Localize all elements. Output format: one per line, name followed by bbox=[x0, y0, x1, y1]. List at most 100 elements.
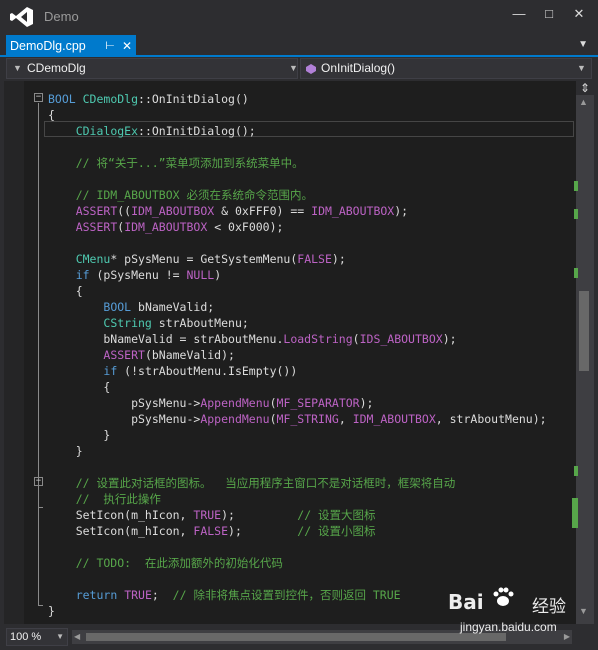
code-token: IDM_ABOUTBOX bbox=[124, 220, 208, 234]
pin-icon[interactable]: ⊢ bbox=[104, 35, 116, 57]
code-token: IDM_ABOUTBOX bbox=[352, 412, 436, 426]
code-line[interactable]: return TRUE; // 除非将焦点设置到控件，否则返回 TRUE bbox=[48, 587, 401, 603]
window-title: Demo bbox=[44, 9, 79, 24]
code-line[interactable]: // TODO: 在此添加额外的初始化代码 bbox=[48, 555, 283, 571]
close-tab-icon[interactable]: ✕ bbox=[120, 35, 134, 57]
code-line[interactable]: ASSERT((IDM_ABOUTBOX & 0xFFF0) == IDM_AB… bbox=[48, 203, 408, 219]
title-bar: Demo — □ ✕ bbox=[0, 0, 598, 33]
code-line[interactable]: // IDM_ABOUTBOX 必须在系统命令范围内。 bbox=[48, 187, 313, 203]
code-token: , bbox=[338, 412, 353, 426]
code-token: pSysMenu-> bbox=[48, 396, 201, 410]
change-marker bbox=[574, 209, 578, 219]
member-dropdown-value: OnInitDialog() bbox=[321, 61, 396, 75]
code-token: CString bbox=[103, 316, 152, 330]
code-line[interactable]: // 将“关于...”菜单项添加到系统菜单中。 bbox=[48, 155, 304, 171]
code-token: SetIcon(m_hIcon, bbox=[48, 524, 194, 538]
change-marker bbox=[574, 466, 578, 476]
code-line[interactable]: { bbox=[48, 283, 83, 299]
code-line[interactable]: bNameValid = strAboutMenu.LoadString(IDS… bbox=[48, 331, 456, 347]
code-line[interactable]: // 执行此操作 bbox=[48, 491, 161, 507]
code-token: ( bbox=[269, 412, 277, 426]
code-token: MF_STRING bbox=[276, 412, 339, 426]
code-line[interactable]: } bbox=[48, 427, 110, 443]
code-token: NULL bbox=[186, 268, 215, 282]
code-line[interactable]: CMenu* pSysMenu = GetSystemMenu(FALSE); bbox=[48, 251, 346, 267]
member-dropdown[interactable]: OnInitDialog() ▼ bbox=[300, 58, 592, 79]
code-line[interactable]: } bbox=[48, 603, 55, 619]
code-token: (!strAboutMenu.IsEmpty()) bbox=[117, 364, 298, 378]
document-tab-strip: DemoDlg.cpp ⊢ ✕ ▼ bbox=[0, 33, 598, 57]
code-line[interactable]: if (pSysMenu != NULL) bbox=[48, 267, 221, 283]
code-line[interactable]: SetIcon(m_hIcon, FALSE); // 设置小图标 bbox=[48, 523, 376, 539]
close-window-button[interactable]: ✕ bbox=[566, 4, 592, 24]
vertical-scrollbar[interactable]: ▲ ▼ bbox=[576, 81, 594, 624]
chevron-down-icon: ▼ bbox=[577, 63, 586, 73]
tab-label: DemoDlg.cpp bbox=[10, 39, 86, 53]
watermark-url: jingyan.baidu.com bbox=[460, 620, 557, 634]
code-token: MF_SEPARATOR bbox=[276, 396, 360, 410]
code-token: ); bbox=[331, 252, 346, 266]
code-line[interactable]: SetIcon(m_hIcon, TRUE); // 设置大图标 bbox=[48, 507, 376, 523]
code-token: SetIcon(m_hIcon, bbox=[48, 508, 194, 522]
tab-overflow-dropdown-icon[interactable]: ▼ bbox=[578, 39, 588, 50]
code-token: & 0xFFF0) == bbox=[214, 204, 312, 218]
collapse-function-icon[interactable]: − bbox=[34, 93, 43, 102]
code-token: // 设置大图标 bbox=[297, 508, 376, 522]
code-token: } bbox=[48, 444, 83, 458]
code-line[interactable]: BOOL CDemoDlg::OnInitDialog() bbox=[48, 91, 249, 107]
code-token: BOOL bbox=[103, 300, 132, 314]
code-token: // TODO: 在此添加额外的初始化代码 bbox=[48, 556, 283, 570]
code-token: ASSERT bbox=[75, 204, 118, 218]
maximize-button[interactable]: □ bbox=[536, 4, 562, 24]
code-token: IDM_ABOUTBOX bbox=[311, 204, 395, 218]
code-line[interactable]: ASSERT(bNameValid); bbox=[48, 347, 235, 363]
code-token: IDS_ABOUTBOX bbox=[359, 332, 443, 346]
code-token: { bbox=[48, 380, 111, 394]
code-token: * pSysMenu = GetSystemMenu( bbox=[110, 252, 298, 266]
code-token: IDM_ABOUTBOX bbox=[131, 204, 215, 218]
tab-demodlg-cpp[interactable]: DemoDlg.cpp ⊢ ✕ bbox=[6, 35, 136, 57]
code-line[interactable]: pSysMenu->AppendMenu(MF_SEPARATOR); bbox=[48, 395, 373, 411]
code-token: strAboutMenu; bbox=[151, 316, 249, 330]
code-token: // 设置小图标 bbox=[297, 524, 376, 538]
zoom-dropdown[interactable]: 100 % ▼ bbox=[6, 628, 68, 646]
collapse-comment-icon[interactable]: − bbox=[34, 477, 43, 486]
code-line[interactable]: { bbox=[48, 107, 55, 123]
vertical-scroll-thumb[interactable] bbox=[579, 291, 589, 371]
change-marker bbox=[574, 181, 578, 191]
code-token: // 除非将焦点设置到控件，否则返回 TRUE bbox=[172, 588, 401, 602]
split-handle-icon[interactable]: ⇕ bbox=[576, 81, 594, 95]
code-line[interactable]: if (!strAboutMenu.IsEmpty()) bbox=[48, 363, 297, 379]
code-token: ASSERT bbox=[75, 220, 118, 234]
code-line[interactable]: // 设置此对话框的图标。 当应用程序主窗口不是对话框时，框架将自动 bbox=[48, 475, 456, 491]
code-line[interactable]: { bbox=[48, 379, 110, 395]
horizontal-scroll-thumb[interactable] bbox=[86, 633, 506, 641]
code-token: if bbox=[75, 268, 90, 282]
code-line[interactable]: BOOL bNameValid; bbox=[48, 299, 214, 315]
code-line[interactable]: ASSERT(IDM_ABOUTBOX < 0xF000); bbox=[48, 219, 284, 235]
code-token: TRUE bbox=[124, 588, 152, 602]
code-line[interactable]: CString strAboutMenu; bbox=[48, 315, 249, 331]
code-token: CDemoDlg bbox=[82, 92, 139, 106]
code-line[interactable]: pSysMenu->AppendMenu(MF_STRING, IDM_ABOU… bbox=[48, 411, 546, 427]
code-line[interactable]: } bbox=[48, 443, 83, 459]
code-token: // IDM_ABOUTBOX 必须在系统命令范围内。 bbox=[48, 188, 313, 202]
change-marker bbox=[574, 268, 578, 278]
scroll-up-icon[interactable]: ▲ bbox=[579, 97, 588, 107]
code-token: (bNameValid); bbox=[144, 348, 235, 362]
code-line[interactable]: CDialogEx::OnInitDialog(); bbox=[48, 123, 256, 139]
code-token: pSysMenu-> bbox=[48, 412, 201, 426]
class-dropdown[interactable]: ▼ CDemoDlg ▼ bbox=[6, 58, 298, 79]
scroll-left-icon[interactable]: ◀ bbox=[74, 630, 80, 644]
code-editor[interactable]: − − BOOL CDemoDlg::OnInitDialog(){ CDial… bbox=[4, 81, 576, 624]
minimize-button[interactable]: — bbox=[506, 4, 532, 24]
code-token: CMenu bbox=[75, 252, 111, 266]
code-token: ::OnInitDialog(); bbox=[138, 124, 256, 138]
code-token: ); bbox=[221, 508, 298, 522]
